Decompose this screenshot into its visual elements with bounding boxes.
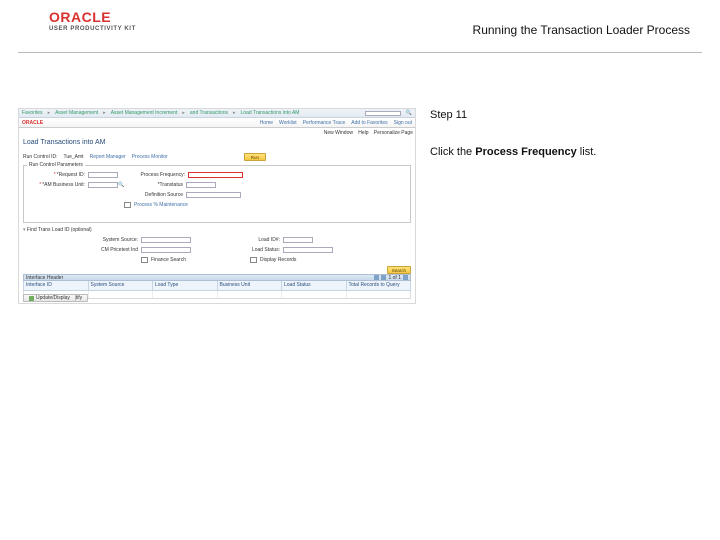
step-label: Step 11 [430,108,700,123]
favorites-link[interactable]: Add to Favorites [351,120,387,126]
find-caption: ▾ Find Trans Load ID (optional) [23,227,92,233]
instruction-panel: Step 11 Click the Process Frequency list… [430,108,700,161]
oracle-logo: ORACLE USER PRODUCTIVITY KIT [49,10,136,32]
process-maintenance-checkbox[interactable] [124,202,131,208]
grid-col[interactable]: Total Records to Query [347,281,411,290]
grid-columns: Interface ID System Source Load Type Bus… [23,281,411,291]
personalize-link[interactable]: Personalize Page [374,130,413,136]
update-button[interactable]: Update/Display [23,294,76,302]
run-control-label: Run Control ID: [23,154,57,160]
report-manager-link[interactable]: Report Manager [90,154,126,160]
load-id-input[interactable] [283,237,313,243]
update-label: Update/Display [36,295,70,302]
grid-col[interactable]: Load Type [153,281,218,290]
grid-col[interactable]: Load Status [282,281,347,290]
run-control-parameters: Run Control Parameters *Request ID: Proc… [23,165,411,223]
definition-source-label: Definition Source [124,192,186,198]
sub-links: New Window Help Personalize Page [320,130,413,136]
new-window-link[interactable]: New Window [324,130,353,136]
process-maintenance-label: Process % Maintenance [134,202,188,208]
perf-trace-link[interactable]: Performance Trace [303,120,346,126]
request-id-label: *Request ID: [26,172,88,178]
app-logo: ORACLE [22,120,43,126]
finance-search-checkbox[interactable] [141,257,148,263]
run-control-value: Tue_Amt [63,154,83,160]
breadcrumb-item[interactable]: Load Transactions into AM [241,110,300,116]
breadcrumb-item[interactable]: Asset Management [55,110,98,116]
grid-nav: 1 of 1 [388,275,401,281]
instruction-bold: Process Frequency [475,146,577,158]
help-link[interactable]: Help [358,130,368,136]
display-records-label: Display Records [260,257,296,263]
grid-col[interactable]: Business Unit [218,281,283,290]
cm-label: CM Pricetext Ind [79,247,141,253]
breadcrumb-sep: ▸ [103,110,106,116]
search-input[interactable] [365,111,401,116]
instruction-pre: Click the [430,146,475,158]
breadcrumb-item[interactable]: and Transactions [190,110,228,116]
home-link[interactable]: Home [260,120,273,126]
grid-tool-icon[interactable] [374,275,379,280]
update-icon [29,296,34,301]
page-header: ORACLE USER PRODUCTIVITY KIT Running the… [18,6,702,53]
run-button[interactable]: Run [244,153,266,161]
grid-tools: 1 of 1 [374,275,408,281]
transtatus-input[interactable] [186,182,216,188]
breadcrumb-sep: ▸ [48,110,51,116]
process-frequency-label: Process Frequency: [126,172,188,178]
logo-subtext: USER PRODUCTIVITY KIT [49,26,136,32]
process-monitor-link[interactable]: Process Monitor [132,154,168,160]
search-button[interactable]: Search [387,266,411,274]
breadcrumb-sep: ▸ [182,110,185,116]
finance-search-label: Finance Search [151,257,186,263]
system-source-select[interactable] [141,237,191,243]
am-bu-label: *AM Business Unit: [26,182,88,188]
breadcrumb-item[interactable]: Favorites [22,110,43,116]
grid-tool-icon[interactable] [403,275,408,280]
grid-tool-icon[interactable] [381,275,386,280]
breadcrumb-sep: ▸ [233,110,236,116]
grid-title: Interface Header [26,275,63,281]
collapse-icon[interactable]: ▾ [23,227,26,233]
breadcrumb-bar: Favorites ▸ Asset Management ▸ Asset Manag… [19,109,415,118]
signout-link[interactable]: Sign out [394,120,412,126]
am-bu-input[interactable] [88,182,118,188]
worklist-link[interactable]: Worklist [279,120,297,126]
footer-update: Update/Display [23,294,411,302]
app-screenshot: Favorites ▸ Asset Management ▸ Asset Manag… [18,108,416,304]
run-control-row: Run Control ID: Tue_Amt Report Manager P… [23,153,411,161]
load-status-select[interactable] [283,247,333,253]
load-status-label: Load Status: [221,247,283,253]
app-bar: ORACLE Home Worklist Performance Trace A… [19,118,415,128]
load-id-label: Load ID#: [221,237,283,243]
request-id-input[interactable] [88,172,118,178]
params-caption: Run Control Parameters [27,162,85,168]
grid-col[interactable]: System Source [89,281,154,290]
breadcrumb-item[interactable]: Asset Management Increment [111,110,178,116]
cm-select[interactable] [141,247,191,253]
page-title: Running the Transaction Loader Process [473,24,690,36]
find-caption-text: Find Trans Load ID (optional) [27,227,92,233]
logo-text: ORACLE [49,10,136,24]
find-box: System Source: Load ID#: CM Pricetext In… [79,235,411,273]
display-records-checkbox[interactable] [250,257,257,263]
search-icon[interactable]: 🔍 [406,110,412,116]
instruction-post: list. [577,146,597,158]
form-title: Load Transactions into AM [23,139,106,146]
instruction-text: Click the Process Frequency list. [430,145,700,160]
grid-header: Interface Header 1 of 1 [23,274,411,281]
grid-col[interactable]: Interface ID [24,281,89,290]
transtatus-label: *Transtatus [124,182,186,188]
definition-source-select[interactable] [186,192,241,198]
process-frequency-select[interactable] [188,172,243,178]
system-source-label: System Source: [79,237,141,243]
